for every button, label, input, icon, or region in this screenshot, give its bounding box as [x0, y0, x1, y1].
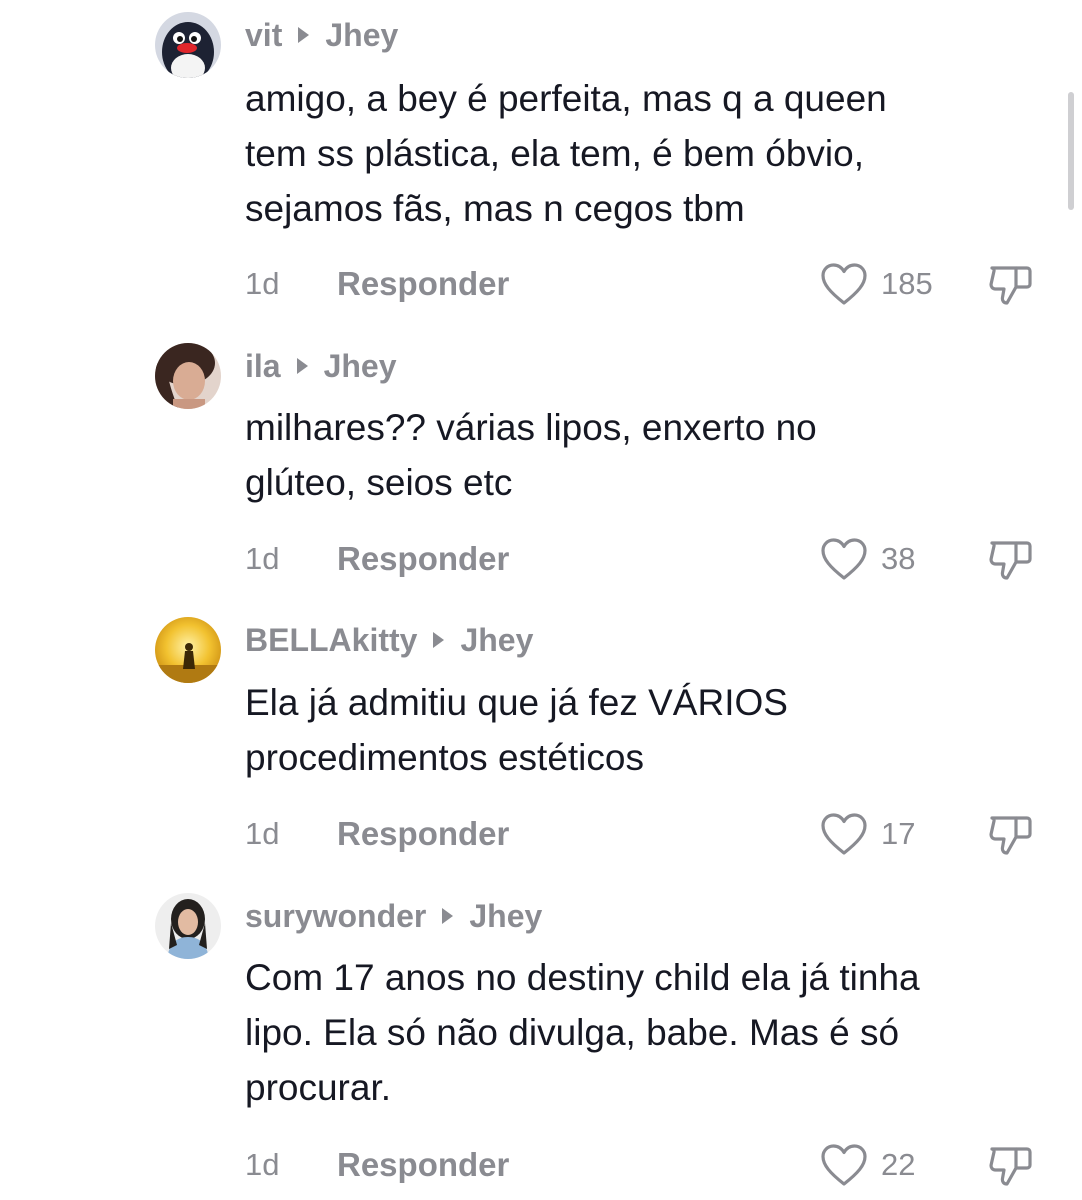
username[interactable]: surywonder [245, 898, 426, 935]
avatar[interactable] [155, 893, 221, 959]
comment-header: ila Jhey [245, 346, 397, 386]
comment-actions: 1d Responder 185 [0, 259, 1082, 309]
comment-text: Ela já admitiu que já fez VÁRIOS procedi… [245, 682, 788, 778]
avatar[interactable] [155, 12, 221, 78]
like-count: 17 [881, 816, 916, 851]
reply-to-username[interactable]: Jhey [325, 17, 398, 54]
reply-to-username[interactable]: Jhey [469, 898, 542, 935]
thumbs-down-icon[interactable] [986, 535, 1034, 583]
comment-time: 1d [245, 1147, 280, 1182]
username[interactable]: BELLAkitty [245, 622, 417, 659]
comment-actions: 1d Responder 17 [0, 809, 1082, 859]
caret-right-icon [433, 632, 445, 648]
like-count: 22 [881, 1147, 916, 1182]
heart-outline-icon[interactable] [820, 262, 868, 306]
heart-outline-icon[interactable] [820, 537, 868, 581]
heart-outline-icon[interactable] [820, 1143, 868, 1187]
reply-to-username[interactable]: Jhey [324, 348, 397, 385]
reply-button[interactable]: Responder [337, 1140, 509, 1190]
thumbs-down-icon[interactable] [986, 810, 1034, 858]
comment-header: surywonder Jhey [245, 896, 542, 936]
comment-time: 1d [245, 266, 280, 301]
reply-button[interactable]: Responder [337, 809, 509, 859]
scrollbar[interactable] [1068, 92, 1074, 210]
caret-right-icon [298, 27, 310, 43]
thumbs-down-icon[interactable] [986, 260, 1034, 308]
comment-actions: 1d Responder 22 [0, 1140, 1082, 1190]
like-count: 185 [881, 266, 933, 301]
username[interactable]: vit [245, 17, 282, 54]
comment-header: vit Jhey [245, 15, 398, 55]
reply-button[interactable]: Responder [337, 259, 509, 309]
comment-text: Com 17 anos no destiny child ela já tinh… [245, 957, 920, 1108]
comment-text: amigo, a bey é perfeita, mas q a queen t… [245, 78, 887, 229]
comment-text: milhares?? várias lipos, enxerto no glút… [245, 407, 817, 503]
caret-right-icon [442, 908, 454, 924]
avatar[interactable] [155, 617, 221, 683]
like-count: 38 [881, 541, 916, 576]
comment-time: 1d [245, 816, 280, 851]
comment-actions: 1d Responder 38 [0, 534, 1082, 584]
caret-right-icon [296, 358, 308, 374]
username[interactable]: ila [245, 348, 281, 385]
reply-button[interactable]: Responder [337, 534, 509, 584]
avatar[interactable] [155, 343, 221, 409]
heart-outline-icon[interactable] [820, 812, 868, 856]
comment-time: 1d [245, 541, 280, 576]
reply-to-username[interactable]: Jhey [460, 622, 533, 659]
thumbs-down-icon[interactable] [986, 1141, 1034, 1189]
comment-header: BELLAkitty Jhey [245, 620, 533, 660]
